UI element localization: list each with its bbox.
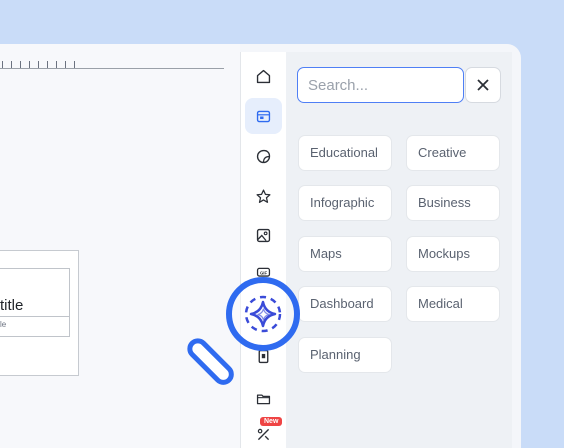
book-icon bbox=[258, 349, 269, 363]
close-button[interactable] bbox=[465, 67, 501, 103]
category-infographic[interactable]: Infographic bbox=[298, 185, 392, 221]
sticker-icon bbox=[256, 149, 271, 163]
category-creative[interactable]: Creative bbox=[406, 135, 500, 171]
ruler-tick bbox=[74, 61, 75, 68]
gif-icon: GIF bbox=[256, 267, 271, 277]
sidebar-item-gif[interactable]: GIF bbox=[245, 255, 282, 291]
category-mockups[interactable]: Mockups bbox=[406, 236, 500, 272]
ruler-tick bbox=[65, 61, 66, 68]
design-canvas[interactable] bbox=[0, 44, 240, 448]
ruler-tick bbox=[38, 61, 39, 68]
ruler-tick bbox=[2, 61, 3, 68]
sidebar-item-stickers[interactable] bbox=[245, 138, 282, 174]
image-icon bbox=[256, 228, 271, 242]
sidebar-item-home[interactable] bbox=[245, 58, 282, 94]
home-icon bbox=[256, 69, 271, 83]
gif-label: GIF bbox=[260, 270, 267, 275]
star-icon bbox=[256, 188, 271, 203]
category-dashboard[interactable]: Dashboard bbox=[298, 286, 392, 322]
sidebar-item-folder[interactable] bbox=[245, 380, 282, 416]
ruler-tick bbox=[11, 61, 12, 68]
tools-icon bbox=[257, 428, 270, 440]
ruler bbox=[0, 61, 224, 69]
sparkle-icon bbox=[257, 307, 270, 321]
category-medical[interactable]: Medical bbox=[406, 286, 500, 322]
new-badge: New bbox=[260, 417, 283, 426]
sidebar-item-templates[interactable] bbox=[245, 98, 282, 134]
category-maps[interactable]: Maps bbox=[298, 236, 392, 272]
ruler-tick bbox=[20, 61, 21, 68]
close-icon bbox=[477, 79, 489, 91]
sidebar-item-book[interactable] bbox=[245, 338, 282, 374]
search-input[interactable] bbox=[297, 67, 464, 103]
sidebar-item-favorites[interactable] bbox=[245, 178, 282, 214]
ruler-tick bbox=[56, 61, 57, 68]
ruler-tick bbox=[29, 61, 30, 68]
category-educational[interactable]: Educational bbox=[298, 135, 392, 171]
category-business[interactable]: Business bbox=[406, 185, 500, 221]
template-icon bbox=[256, 110, 271, 122]
slide-title: title bbox=[0, 297, 24, 314]
folder-icon bbox=[256, 393, 271, 404]
slide-subtitle-box[interactable] bbox=[0, 316, 70, 337]
sidebar-item-ai[interactable] bbox=[245, 296, 282, 332]
category-planning[interactable]: Planning bbox=[298, 337, 392, 373]
sidebar-item-photos[interactable] bbox=[245, 217, 282, 253]
ruler-tick bbox=[47, 61, 48, 68]
slide-subtitle: le bbox=[0, 320, 7, 329]
